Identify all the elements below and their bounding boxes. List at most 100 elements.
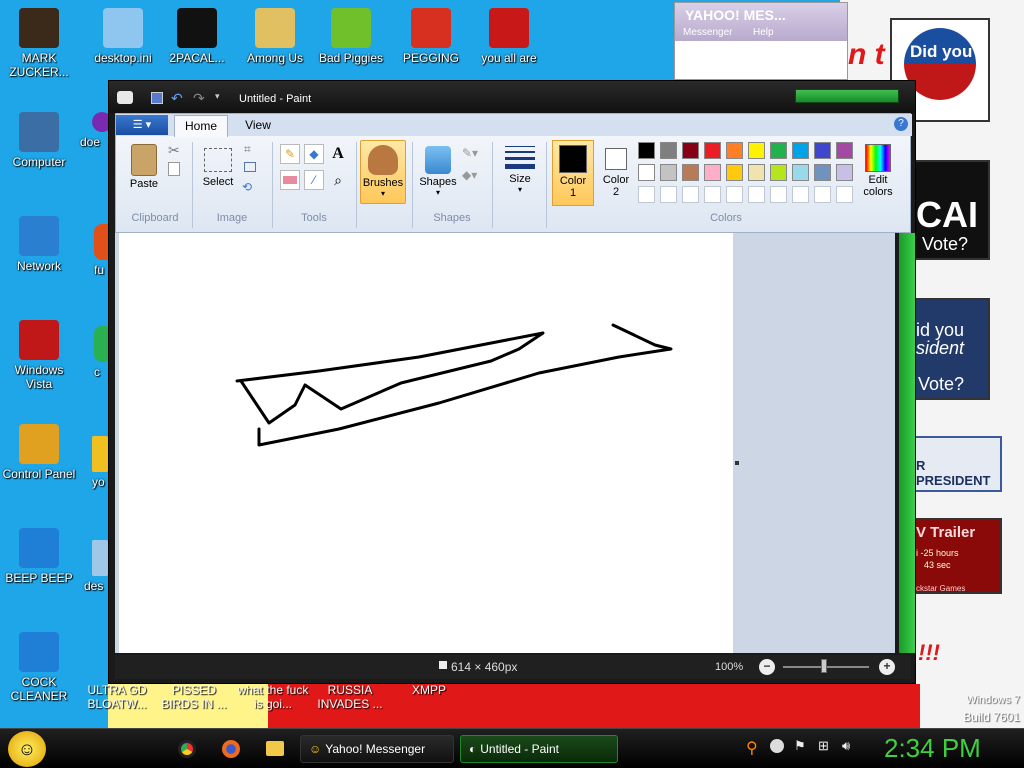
drawing-canvas[interactable] bbox=[119, 233, 733, 653]
volume-icon[interactable]: 🔊︎ bbox=[842, 738, 850, 754]
taskbar-paint[interactable]: ◐ Untitled - Paint bbox=[460, 735, 618, 763]
network-icon[interactable]: ⊞ bbox=[818, 738, 829, 754]
palette-swatch[interactable] bbox=[836, 164, 853, 181]
palette-swatch[interactable] bbox=[770, 164, 787, 181]
palette-swatch[interactable] bbox=[770, 186, 787, 203]
size-button[interactable]: Size ▾ bbox=[500, 140, 540, 204]
desktop-icon-partial[interactable]: des bbox=[84, 540, 108, 593]
desktop-icon-label[interactable]: RUSSIA INVADES ... bbox=[312, 683, 388, 711]
paint-window[interactable]: ↶ ↷ ▾ Untitled - Paint ☰ ▾ Home View ? P… bbox=[108, 80, 916, 684]
canvas-resize-handle[interactable] bbox=[735, 461, 739, 465]
palette-swatch[interactable] bbox=[814, 142, 831, 159]
clock[interactable]: 2:34 PM bbox=[884, 733, 981, 764]
magnifier-icon[interactable]: ⌕ bbox=[328, 170, 348, 190]
chrome-icon[interactable] bbox=[178, 740, 196, 758]
copy-icon[interactable] bbox=[168, 162, 180, 176]
yahoo-menu-messenger[interactable]: Messenger bbox=[683, 27, 732, 38]
desktop-icon[interactable]: COCK CLEANER bbox=[0, 632, 78, 703]
yahoo-menu-help[interactable]: Help bbox=[753, 27, 774, 38]
search-icon[interactable]: ⚲ bbox=[746, 738, 758, 758]
redo-icon[interactable]: ↷ bbox=[193, 90, 205, 107]
tab-view[interactable]: View bbox=[238, 118, 278, 132]
color-picker-icon[interactable]: ⁄ bbox=[304, 170, 324, 190]
palette-swatch[interactable] bbox=[660, 142, 677, 159]
paste-button[interactable]: Paste bbox=[124, 140, 164, 208]
palette-swatch[interactable] bbox=[748, 164, 765, 181]
canvas-workspace[interactable] bbox=[115, 233, 915, 653]
desktop-icon-label[interactable]: what the fuck is goi... bbox=[234, 683, 312, 711]
zoom-out-button[interactable]: − bbox=[759, 659, 775, 675]
palette-swatch[interactable] bbox=[682, 164, 699, 181]
fill-icon[interactable]: ◆ bbox=[304, 144, 324, 164]
rotate-icon[interactable]: ⟲ bbox=[242, 180, 252, 194]
palette-swatch[interactable] bbox=[748, 186, 765, 203]
palette-swatch[interactable] bbox=[792, 164, 809, 181]
start-button[interactable]: ☺ bbox=[8, 731, 46, 767]
edit-colors-button[interactable]: Edit colors bbox=[856, 140, 900, 206]
desktop-icon[interactable]: desktop.ini bbox=[84, 8, 162, 65]
folder-icon[interactable] bbox=[266, 741, 284, 756]
desktop-icon-label[interactable]: XMPP bbox=[404, 683, 454, 697]
fill-shape-icon[interactable]: ◆▾ bbox=[462, 168, 477, 182]
help-icon[interactable]: ? bbox=[894, 117, 908, 131]
palette-swatch[interactable] bbox=[682, 186, 699, 203]
pencil-icon[interactable]: ✎ bbox=[280, 144, 300, 164]
palette-swatch[interactable] bbox=[748, 142, 765, 159]
palette-swatch[interactable] bbox=[792, 186, 809, 203]
palette-swatch[interactable] bbox=[770, 142, 787, 159]
palette-swatch[interactable] bbox=[726, 142, 743, 159]
desktop-icon[interactable]: MARK ZUCKER... bbox=[0, 8, 78, 79]
window-controls[interactable] bbox=[795, 89, 899, 103]
tab-home[interactable]: Home bbox=[174, 115, 228, 137]
paint-menu-button[interactable]: ☰ ▾ bbox=[116, 115, 168, 135]
desktop-icon[interactable]: Control Panel bbox=[0, 424, 78, 481]
palette-swatch[interactable] bbox=[704, 186, 721, 203]
save-icon[interactable] bbox=[151, 92, 163, 104]
palette-swatch[interactable] bbox=[726, 164, 743, 181]
outline-icon[interactable]: ✎▾ bbox=[462, 146, 478, 160]
firefox-icon[interactable] bbox=[222, 740, 240, 758]
desktop-icon-partial[interactable]: c bbox=[94, 326, 108, 379]
messenger-tray-icon[interactable] bbox=[770, 739, 784, 753]
crop-icon[interactable]: ⌗ bbox=[244, 142, 251, 157]
desktop-icon-partial[interactable]: yo bbox=[92, 436, 108, 489]
palette-swatch[interactable] bbox=[726, 186, 743, 203]
brushes-button[interactable]: Brushes ▾ bbox=[360, 140, 406, 204]
action-center-icon[interactable]: ⚑ bbox=[794, 738, 806, 754]
taskbar-yahoo-messenger[interactable]: ☺ Yahoo! Messenger bbox=[300, 735, 454, 763]
desktop-icon-partial[interactable]: fu bbox=[94, 224, 108, 277]
palette-swatch[interactable] bbox=[638, 186, 655, 203]
desktop-icon[interactable]: Computer bbox=[0, 112, 78, 169]
zoom-in-button[interactable]: + bbox=[879, 659, 895, 675]
desktop-icon[interactable]: PEGGING bbox=[392, 8, 470, 65]
quick-access-dropdown-icon[interactable]: ▾ bbox=[215, 91, 220, 102]
palette-swatch[interactable] bbox=[814, 164, 831, 181]
desktop-icon[interactable]: Network bbox=[0, 216, 78, 273]
desktop-icon-label[interactable]: ULTRA GD BLOATW... bbox=[80, 683, 154, 711]
desktop-icon[interactable]: Windows Vista bbox=[0, 320, 78, 391]
palette-swatch[interactable] bbox=[704, 164, 721, 181]
select-button[interactable]: Select bbox=[198, 140, 238, 208]
palette-swatch[interactable] bbox=[682, 142, 699, 159]
desktop-icon[interactable]: Bad Piggies bbox=[312, 8, 390, 65]
yahoo-titlebar[interactable]: YAHOO! MES... Messenger Help bbox=[675, 3, 847, 41]
palette-swatch[interactable] bbox=[792, 142, 809, 159]
palette-swatch[interactable] bbox=[660, 164, 677, 181]
palette-swatch[interactable] bbox=[638, 164, 655, 181]
undo-icon[interactable]: ↶ bbox=[171, 90, 183, 107]
text-icon[interactable]: A bbox=[328, 144, 348, 164]
palette-swatch[interactable] bbox=[704, 142, 721, 159]
vertical-scrollbar[interactable] bbox=[899, 233, 915, 653]
yahoo-messenger-window[interactable]: YAHOO! MES... Messenger Help bbox=[674, 2, 848, 80]
shapes-button[interactable]: Shapes ▾ bbox=[418, 140, 458, 204]
resize-icon[interactable] bbox=[244, 162, 256, 172]
eraser-icon[interactable] bbox=[280, 170, 300, 190]
palette-swatch[interactable] bbox=[660, 186, 677, 203]
palette-swatch[interactable] bbox=[638, 142, 655, 159]
desktop-icon[interactable]: you all are bbox=[470, 8, 548, 65]
palette-swatch[interactable] bbox=[836, 142, 853, 159]
desktop-icon[interactable]: BEEP BEEP bbox=[0, 528, 78, 585]
paint-titlebar[interactable]: ↶ ↷ ▾ Untitled - Paint bbox=[109, 81, 915, 113]
desktop-icon-partial[interactable]: doe bbox=[80, 112, 112, 149]
desktop-icon-label[interactable]: PISSED BIRDS IN ... bbox=[156, 683, 232, 711]
